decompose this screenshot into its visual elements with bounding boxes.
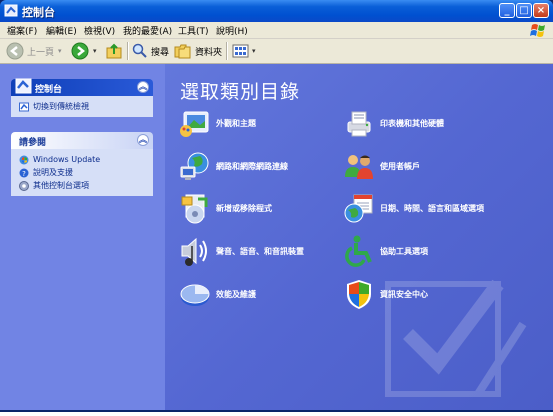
panel-body: Windows Update ? 說明及支援 其他控制台選項	[11, 149, 153, 196]
add-remove-icon	[181, 194, 208, 224]
toolbar: 上一頁 ▾ ▾ 搜尋 資料夾 ▾	[0, 39, 553, 64]
link-label: 切換到傳統檢視	[33, 102, 89, 111]
menu-help[interactable]: 說明(H)	[216, 24, 248, 37]
category-label: 聲音、語音、和音訊裝置	[216, 246, 304, 256]
forward-button[interactable]: ▾	[71, 41, 97, 61]
collapse-chevron-icon[interactable]: ︽	[137, 81, 149, 93]
printer-icon	[347, 111, 371, 137]
search-label: 搜尋	[151, 47, 170, 58]
users-icon	[345, 155, 373, 179]
toolbar-separator	[127, 42, 129, 60]
folders-label: 資料夾	[195, 47, 223, 58]
category-printers[interactable]: 印表機和其他硬體	[342, 106, 444, 140]
menu-favorites[interactable]: 我的最愛(A)	[123, 24, 172, 37]
category-label: 新增或移除程式	[216, 203, 272, 213]
menu-bar: 檔案(F) 編輯(E) 檢視(V) 我的最愛(A) 工具(T) 說明(H)	[0, 22, 553, 39]
link-label: 其他控制台選項	[33, 181, 89, 190]
category-network[interactable]: 網路和網際網路連線	[178, 149, 288, 183]
category-accessibility[interactable]: 協助工具選項	[342, 234, 428, 268]
page-title: 選取類別目錄	[180, 81, 301, 103]
category-appearance[interactable]: 外觀和主題	[178, 106, 256, 140]
close-button[interactable]: ×	[533, 3, 549, 18]
maximize-button[interactable]: □	[516, 3, 532, 18]
control-panel-icon	[15, 78, 32, 94]
security-shield-icon	[347, 280, 371, 309]
other-options-icon	[19, 180, 29, 191]
category-label: 印表機和其他硬體	[380, 118, 444, 128]
up-folder-icon	[106, 43, 122, 59]
performance-icon	[180, 284, 210, 306]
category-performance[interactable]: 效能及維護	[178, 277, 256, 311]
network-icon	[180, 152, 209, 180]
category-date-language[interactable]: 日期、時間、語言和區域選項	[342, 191, 484, 225]
category-label: 使用者帳戶	[380, 161, 420, 171]
appearance-icon	[180, 111, 209, 137]
see-also-panel: 請參閱 ︽ Windows Update ? 說明及支援 其他控制台選項	[11, 132, 153, 196]
window-title: 控制台	[22, 6, 55, 19]
control-panel-window: 控制台 _ □ × 檔案(F) 編輯(E) 檢視(V) 我的最愛(A) 工具(T…	[0, 0, 553, 412]
views-icon	[232, 44, 249, 58]
category-security-center[interactable]: 資訊安全中心	[342, 277, 428, 311]
panel-header[interactable]: 請參閱 ︽	[11, 132, 153, 149]
menu-edit[interactable]: 編輯(E)	[46, 24, 77, 37]
task-pane: 控制台 ︽ 切換到傳統檢視 請參閱 ︽ Windows Update ? 說明及…	[0, 64, 165, 410]
category-user-accounts[interactable]: 使用者帳戶	[342, 149, 420, 183]
menu-view[interactable]: 檢視(V)	[84, 24, 115, 37]
control-panel-panel: 控制台 ︽ 切換到傳統檢視	[11, 78, 153, 117]
svg-text:?: ?	[22, 170, 26, 178]
back-label: 上一頁	[27, 47, 55, 58]
windows-logo-icon	[530, 24, 545, 37]
category-sound[interactable]: 聲音、語音、和音訊裝置	[178, 234, 304, 268]
link-label: 說明及支援	[33, 168, 73, 177]
title-bar[interactable]: 控制台 _ □ ×	[0, 0, 553, 22]
forward-arrow-icon	[71, 42, 89, 60]
category-label: 資訊安全中心	[380, 289, 428, 299]
menu-file[interactable]: 檔案(F)	[7, 24, 37, 37]
sound-icon	[181, 237, 207, 266]
up-folder-button[interactable]	[105, 41, 123, 61]
switch-classic-view-link[interactable]: 切換到傳統檢視	[11, 100, 153, 113]
category-label: 效能及維護	[216, 289, 256, 299]
folders-icon	[174, 44, 191, 59]
menu-tools[interactable]: 工具(T)	[178, 24, 209, 37]
control-panel-icon	[4, 4, 18, 17]
search-button[interactable]: 搜尋	[132, 41, 169, 61]
search-icon	[132, 43, 147, 58]
views-button[interactable]: ▾	[232, 41, 256, 61]
category-label: 外觀和主題	[216, 118, 256, 128]
windows-update-icon	[19, 155, 29, 164]
category-label: 日期、時間、語言和區域選項	[380, 203, 484, 213]
panel-body: 切換到傳統檢視	[11, 96, 153, 117]
help-support-link[interactable]: ? 說明及支援	[11, 166, 153, 179]
classic-view-icon	[19, 102, 29, 111]
accessibility-icon	[345, 235, 372, 267]
link-label: Windows Update	[33, 155, 101, 164]
windows-update-link[interactable]: Windows Update	[11, 153, 153, 166]
minimize-button[interactable]: _	[499, 3, 515, 18]
other-options-link[interactable]: 其他控制台選項	[11, 179, 153, 192]
panel-title: 控制台	[35, 85, 63, 95]
collapse-chevron-icon[interactable]: ︽	[137, 134, 149, 146]
content-area: 控制台 ︽ 切換到傳統檢視 請參閱 ︽ Windows Update ? 說明及…	[0, 64, 553, 410]
category-label: 網路和網際網路連線	[216, 161, 288, 171]
toolbar-separator	[226, 42, 228, 60]
panel-header[interactable]: 控制台 ︽	[11, 78, 153, 96]
panel-title: 請參閱	[19, 138, 47, 148]
category-add-remove-programs[interactable]: 新增或移除程式	[178, 191, 272, 225]
back-button[interactable]: 上一頁 ▾	[6, 41, 62, 61]
folders-button[interactable]: 資料夾	[174, 41, 222, 61]
help-icon: ?	[19, 168, 29, 178]
date-globe-icon	[344, 194, 373, 223]
back-arrow-icon	[6, 42, 24, 60]
category-label: 協助工具選項	[380, 246, 428, 256]
